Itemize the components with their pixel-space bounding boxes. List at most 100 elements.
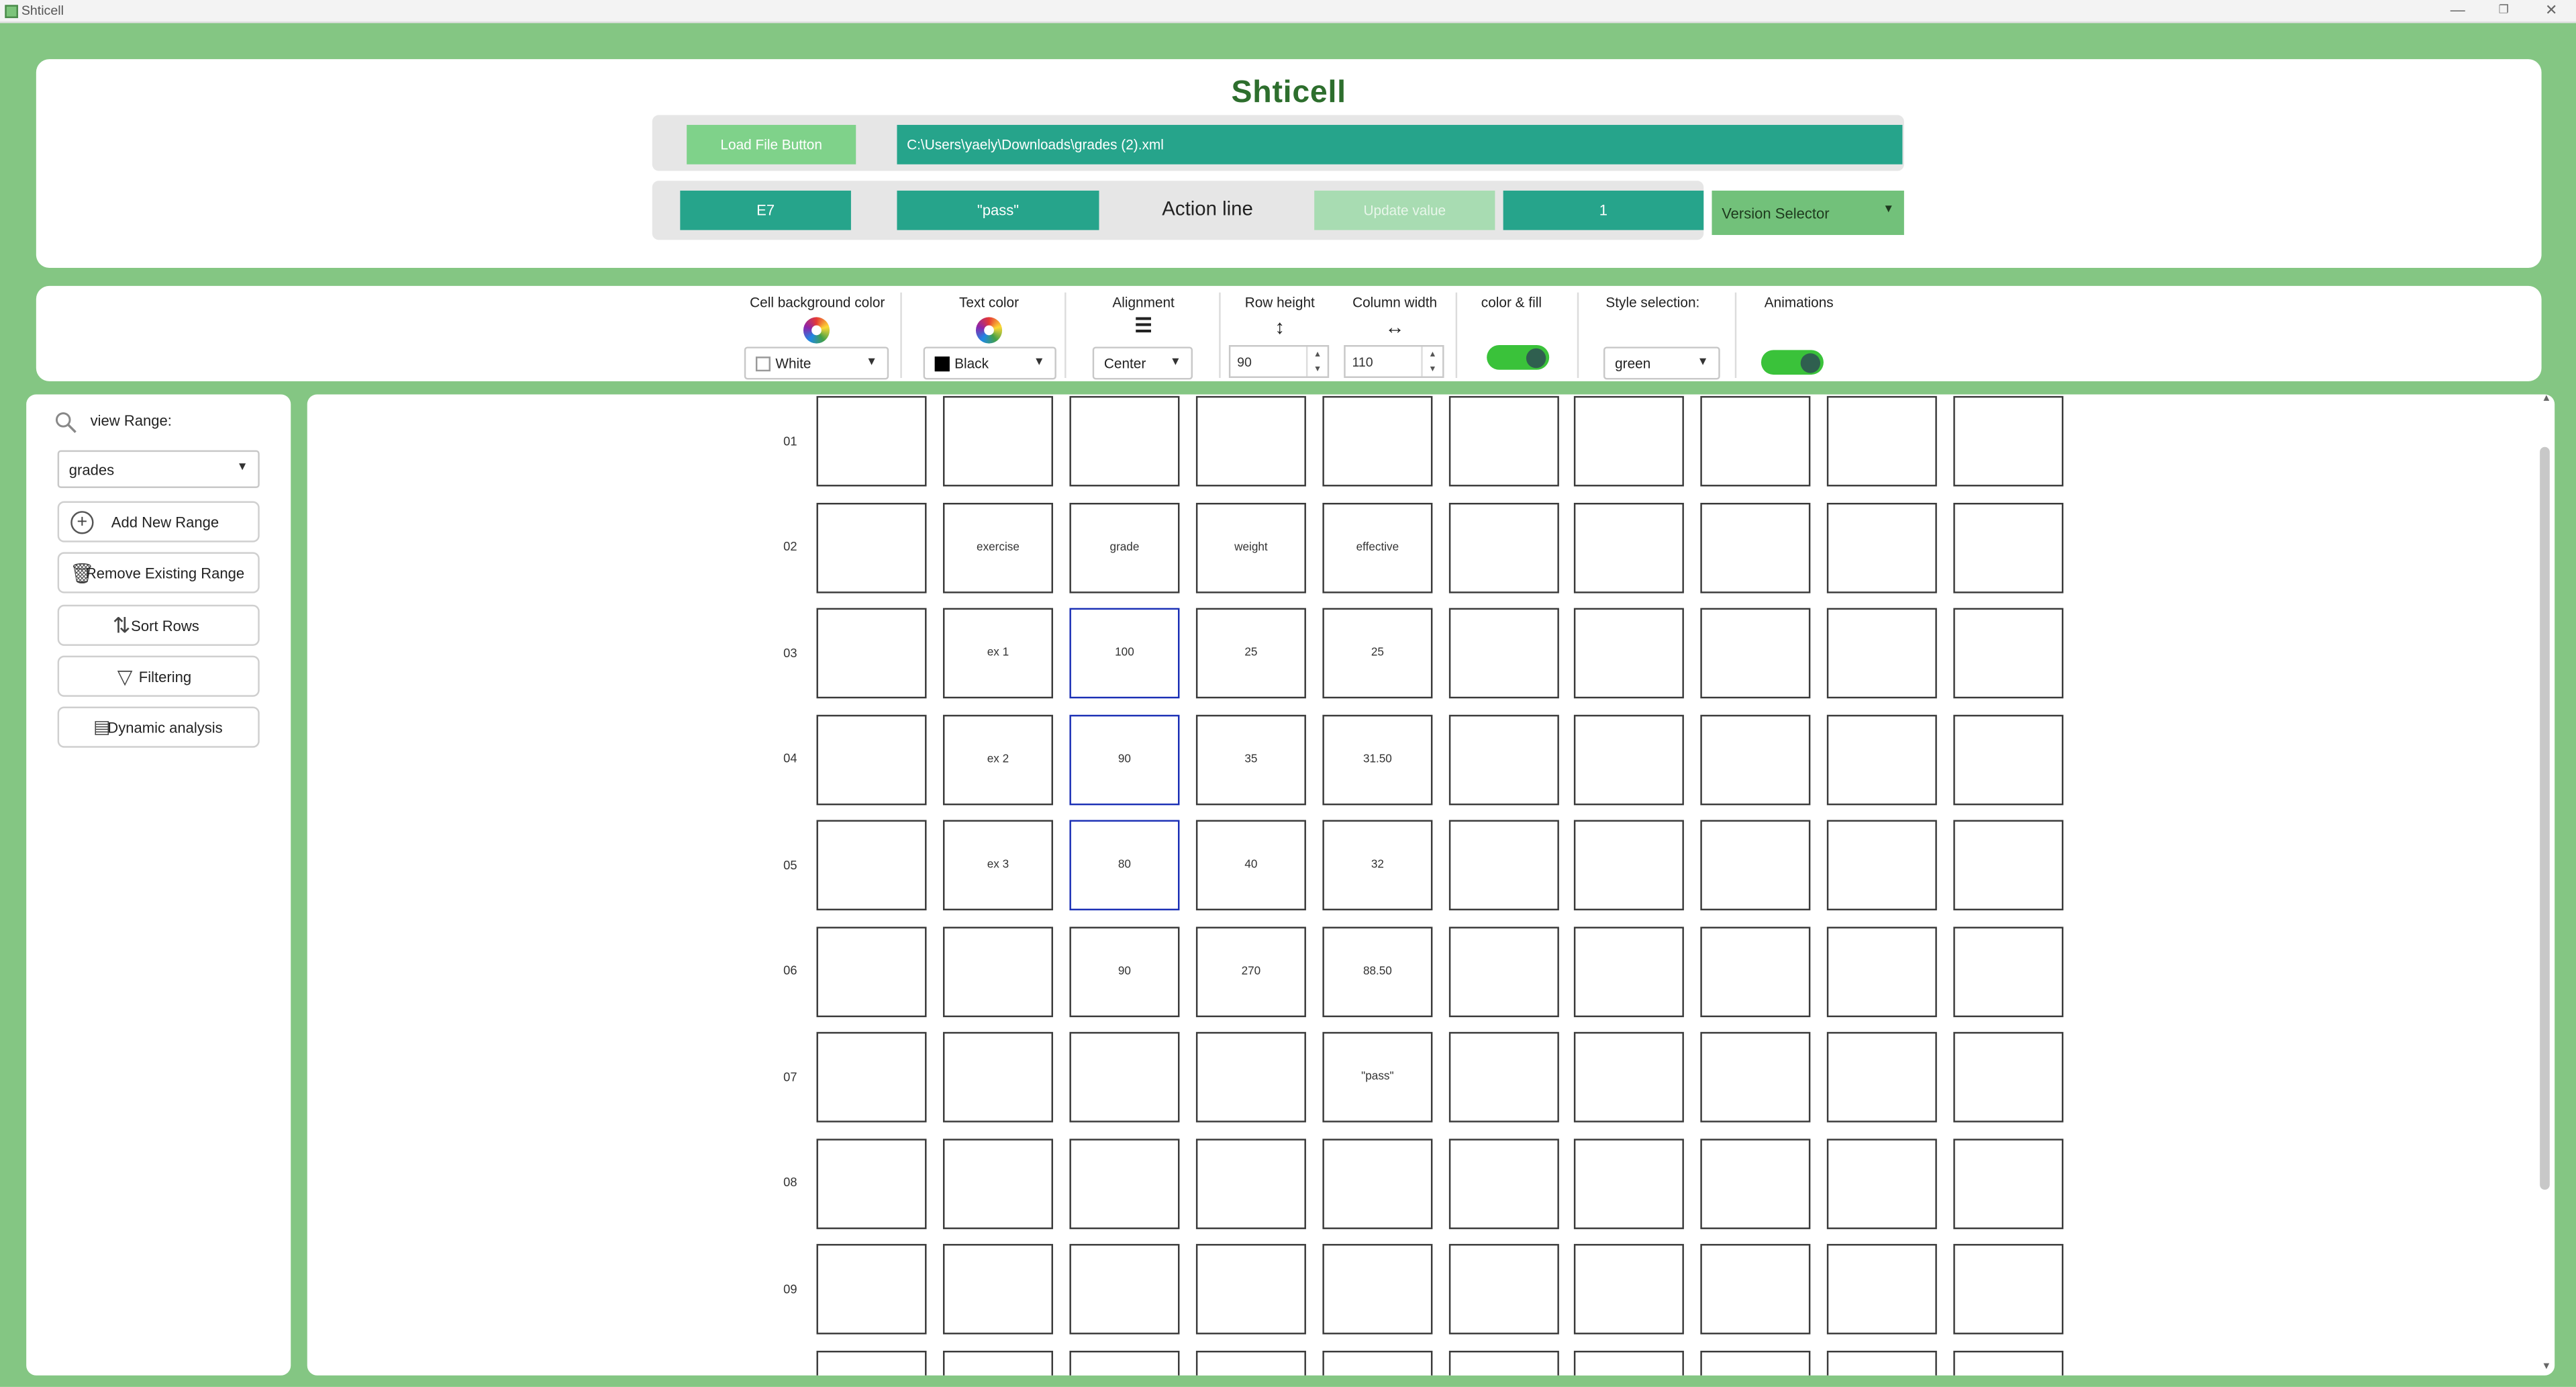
- scroll-down-icon[interactable]: ▼: [2538, 1362, 2555, 1372]
- grid-cell[interactable]: [816, 395, 927, 487]
- grid-cell[interactable]: [942, 1032, 1053, 1122]
- grid-cell[interactable]: [1700, 926, 1811, 1016]
- grid-cell[interactable]: [1069, 1243, 1180, 1335]
- version-selector[interactable]: Version Selector ▼: [1712, 190, 1904, 236]
- grid-cell[interactable]: 100: [1069, 608, 1180, 699]
- grid-cell[interactable]: [1826, 501, 1937, 593]
- spinner-arrows-icon[interactable]: ▲ ▼: [1421, 346, 1442, 377]
- grid-cell[interactable]: weight: [1195, 501, 1306, 593]
- grid-cell[interactable]: [1826, 1349, 1937, 1376]
- color-wheel-icon[interactable]: [803, 317, 830, 344]
- grid-cell[interactable]: [1573, 1032, 1684, 1122]
- grid-cell[interactable]: [1700, 714, 1811, 805]
- text-color-select[interactable]: Black ▼: [923, 346, 1056, 380]
- grid-cell[interactable]: 35: [1195, 714, 1306, 805]
- grid-cell[interactable]: [1826, 1032, 1937, 1122]
- grid-cell[interactable]: 90: [1069, 714, 1180, 805]
- grid-cell[interactable]: 40: [1195, 820, 1306, 911]
- grid-cell[interactable]: [1195, 1349, 1306, 1376]
- grid-cell[interactable]: [1953, 501, 2064, 593]
- grid-cell[interactable]: [1069, 1032, 1180, 1122]
- grid-cell[interactable]: [1700, 501, 1811, 593]
- grid-cell[interactable]: [1700, 395, 1811, 487]
- dynamic-analysis-button[interactable]: ▤ Dynamic analysis: [57, 706, 260, 748]
- grid-cell[interactable]: [942, 926, 1053, 1016]
- grid-cell[interactable]: [1953, 1032, 2064, 1122]
- maximize-button[interactable]: ❐: [2492, 3, 2515, 16]
- grid-cell[interactable]: [816, 608, 927, 699]
- grid-cell[interactable]: [1195, 1243, 1306, 1335]
- grid-cell[interactable]: [1195, 1138, 1306, 1229]
- grid-cell[interactable]: [1573, 926, 1684, 1016]
- grid-cell[interactable]: [1195, 1032, 1306, 1122]
- grid-cell[interactable]: [1448, 395, 1559, 487]
- grid-cell[interactable]: 25: [1195, 608, 1306, 699]
- grid-cell[interactable]: [1700, 1349, 1811, 1376]
- add-range-button[interactable]: + Add New Range: [57, 501, 260, 542]
- grid-cell[interactable]: [816, 1243, 927, 1335]
- column-width-spinner[interactable]: 110 ▲ ▼: [1344, 345, 1444, 378]
- grid-cell[interactable]: [816, 1032, 927, 1122]
- grid-cell[interactable]: 80: [1069, 820, 1180, 911]
- grid-cell[interactable]: [1069, 1349, 1180, 1376]
- grid-cell[interactable]: [1953, 714, 2064, 805]
- grid-cell[interactable]: 32: [1322, 820, 1433, 911]
- grid-cell[interactable]: "pass": [1322, 1032, 1433, 1122]
- grid-cell[interactable]: effective: [1322, 501, 1433, 593]
- sort-rows-button[interactable]: ⇅ Sort Rows: [57, 604, 260, 646]
- grid-cell[interactable]: [1826, 820, 1937, 911]
- row-height-spinner[interactable]: 90 ▲ ▼: [1228, 345, 1330, 378]
- color-fill-toggle[interactable]: [1487, 345, 1550, 370]
- grid-cell[interactable]: [942, 1243, 1053, 1335]
- scroll-up-icon[interactable]: ▲: [2538, 394, 2555, 404]
- grid-cell[interactable]: [1953, 608, 2064, 699]
- cell-bg-select[interactable]: White ▼: [744, 346, 889, 380]
- grid-cell[interactable]: ex 3: [942, 820, 1053, 911]
- grid-cell[interactable]: [1700, 608, 1811, 699]
- grid-cell[interactable]: [1322, 1349, 1433, 1376]
- grid-cell[interactable]: [942, 1138, 1053, 1229]
- grid-cell[interactable]: [1448, 501, 1559, 593]
- grid-cell[interactable]: 90: [1069, 926, 1180, 1016]
- grid-cell[interactable]: [1826, 926, 1937, 1016]
- grid-cell[interactable]: 270: [1195, 926, 1306, 1016]
- grid-cell[interactable]: [816, 1138, 927, 1229]
- grid-cell[interactable]: [1573, 714, 1684, 805]
- grid-cell[interactable]: [816, 1349, 927, 1376]
- grid-cell[interactable]: [816, 501, 927, 593]
- grid-cell[interactable]: [1573, 1138, 1684, 1229]
- grid-cell[interactable]: [816, 714, 927, 805]
- grid-cell[interactable]: [1322, 1243, 1433, 1335]
- grid-cell[interactable]: [1953, 1138, 2064, 1229]
- range-select[interactable]: grades ▼: [57, 450, 260, 488]
- grid-cell[interactable]: exercise: [942, 501, 1053, 593]
- grid-cell[interactable]: [942, 395, 1053, 487]
- grid-cell[interactable]: [1448, 714, 1559, 805]
- grid-cell[interactable]: grade: [1069, 501, 1180, 593]
- grid-cell[interactable]: [1448, 820, 1559, 911]
- grid-cell[interactable]: [1826, 395, 1937, 487]
- grid-cell[interactable]: [1826, 608, 1937, 699]
- grid-cell[interactable]: [1573, 395, 1684, 487]
- grid-cell[interactable]: [1700, 1138, 1811, 1229]
- grid-cell[interactable]: [1069, 1138, 1180, 1229]
- grid-cell[interactable]: [1448, 926, 1559, 1016]
- grid-cell[interactable]: [816, 820, 927, 911]
- alignment-select[interactable]: Center ▼: [1092, 346, 1193, 380]
- grid-cell[interactable]: ex 1: [942, 608, 1053, 699]
- minimize-button[interactable]: —: [2446, 1, 2469, 17]
- filtering-button[interactable]: ▽ Filtering: [57, 655, 260, 697]
- grid-cell[interactable]: ex 2: [942, 714, 1053, 805]
- grid-cell[interactable]: [1448, 1138, 1559, 1229]
- grid-cell[interactable]: [1826, 714, 1937, 805]
- grid-cell[interactable]: [816, 926, 927, 1016]
- grid-cell[interactable]: [1573, 820, 1684, 911]
- grid-cell[interactable]: [1448, 608, 1559, 699]
- close-button[interactable]: ✕: [2540, 1, 2563, 19]
- action-line-input[interactable]: Action line: [1150, 197, 1265, 220]
- grid-cell[interactable]: 88.50: [1322, 926, 1433, 1016]
- grid-cell[interactable]: [1953, 1243, 2064, 1335]
- animations-toggle[interactable]: [1761, 350, 1824, 375]
- grid-cell[interactable]: [1826, 1243, 1937, 1335]
- grid-cell[interactable]: [1448, 1243, 1559, 1335]
